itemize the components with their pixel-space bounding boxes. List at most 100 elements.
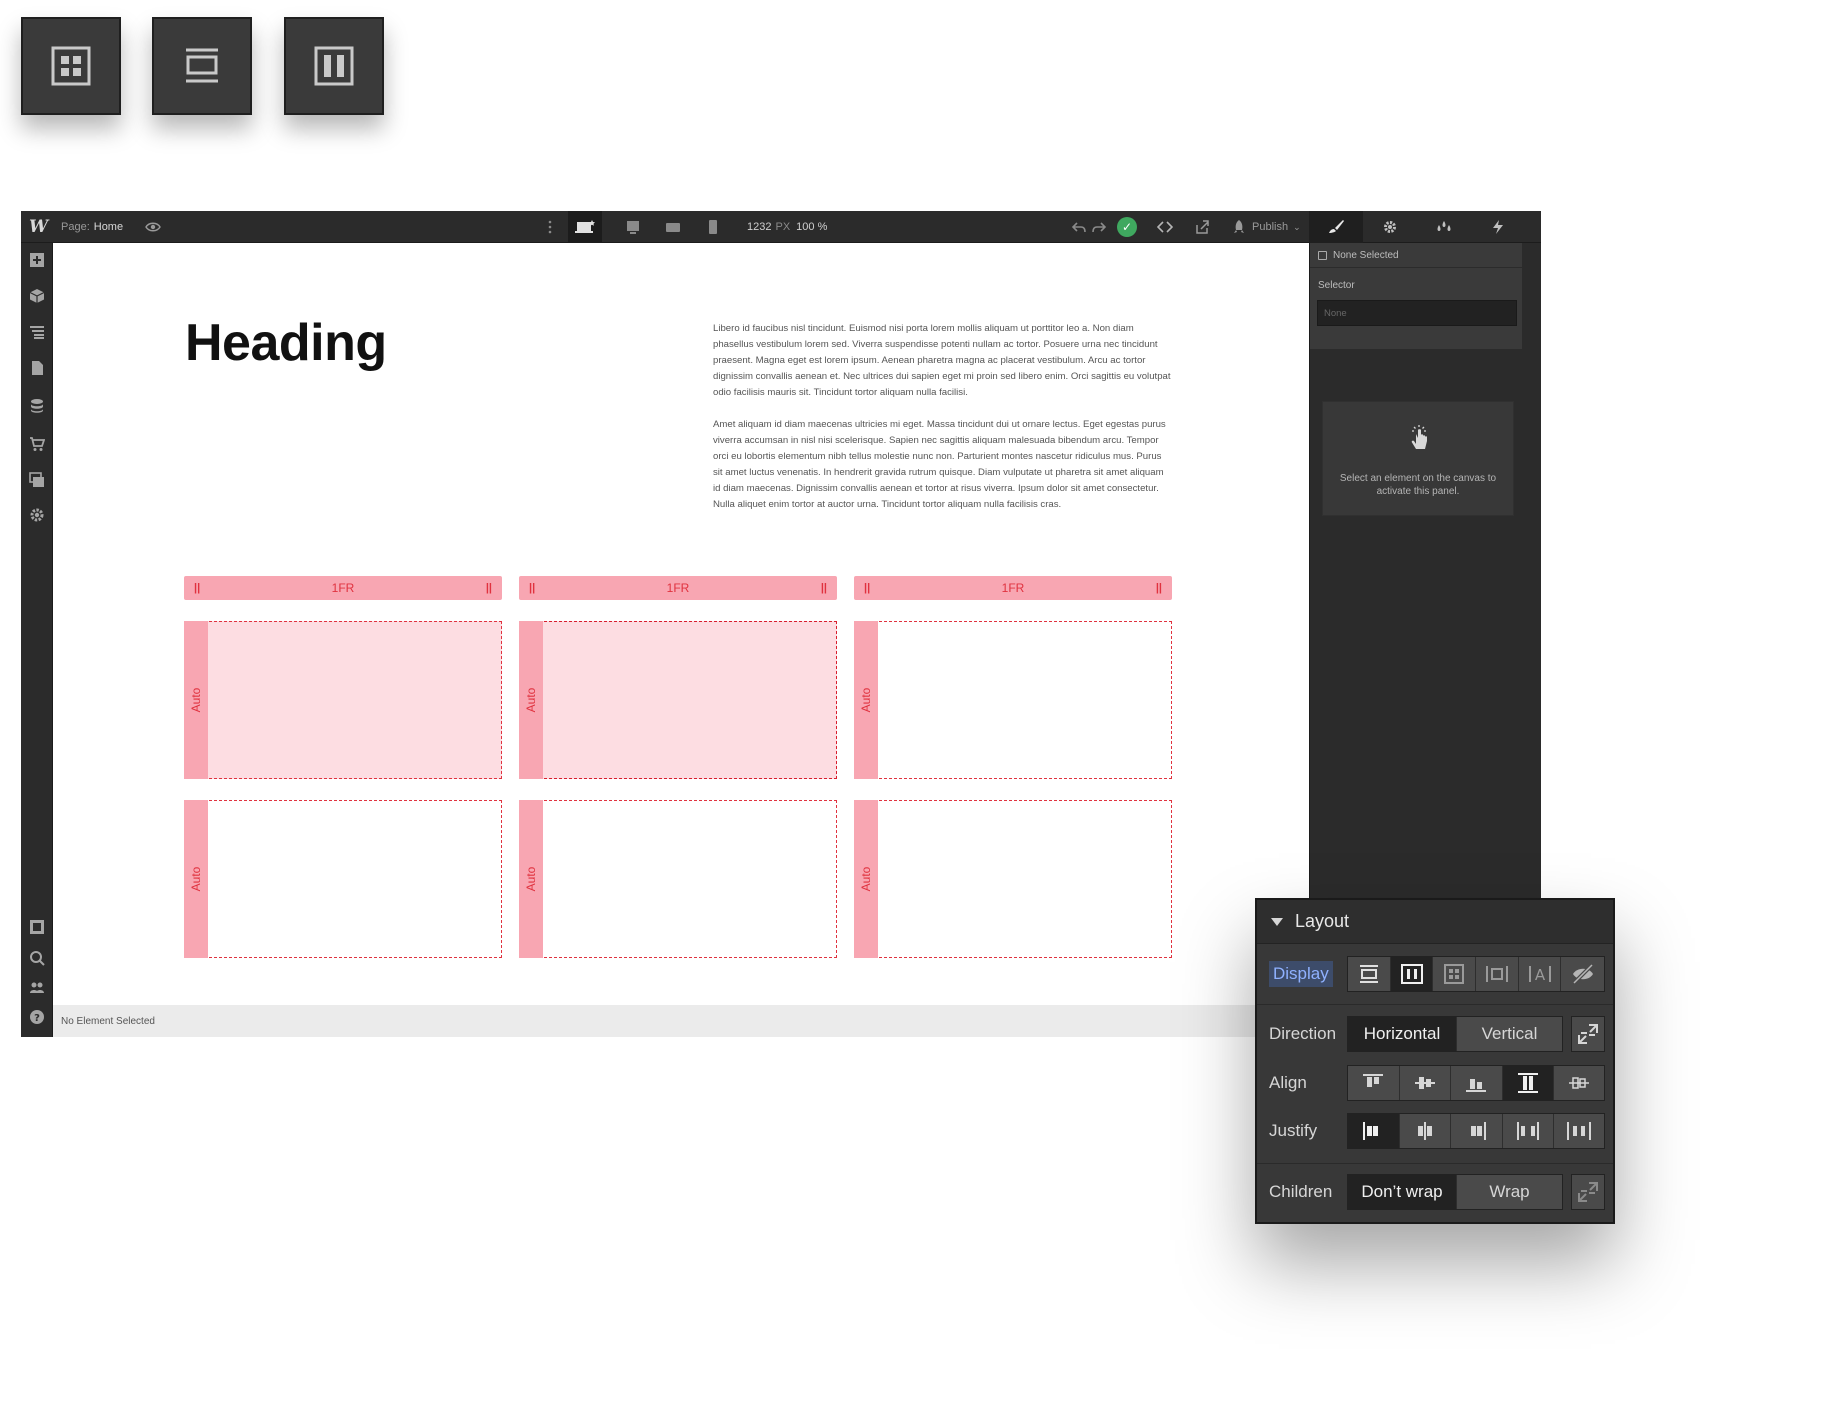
collaborators-icon[interactable] — [28, 979, 46, 997]
webflow-logo[interactable]: W — [29, 211, 48, 243]
canvas-width: 1232 — [747, 221, 772, 233]
row-size-bar[interactable]: Auto — [854, 800, 878, 958]
align-center-icon — [1414, 1077, 1435, 1089]
code-icon[interactable] — [1157, 211, 1173, 243]
desktop-large-icon[interactable] — [568, 211, 602, 243]
justify-end-button[interactable] — [1451, 1114, 1503, 1148]
display-inline-block-button[interactable] — [1476, 957, 1519, 991]
show-edges-icon[interactable] — [28, 918, 46, 936]
grid-cell[interactable]: Auto — [519, 621, 837, 779]
redo-icon[interactable] — [1091, 211, 1107, 243]
row-size-bar[interactable]: Auto — [184, 621, 208, 779]
column-resize-handle[interactable]: || — [529, 576, 535, 600]
align-stretch-button[interactable] — [1502, 1066, 1555, 1100]
block-layout-tile[interactable] — [152, 17, 252, 115]
grid-column-bar-2[interactable]: || 1FR || — [519, 576, 837, 600]
more-options-icon[interactable] — [548, 211, 552, 243]
add-element-icon[interactable] — [28, 251, 46, 269]
row-size-bar[interactable]: Auto — [854, 621, 878, 779]
pages-icon[interactable] — [28, 359, 46, 377]
grid-cell[interactable]: Auto — [854, 800, 1172, 958]
column-resize-handle[interactable]: || — [194, 576, 200, 600]
page-heading[interactable]: Heading — [185, 313, 387, 373]
column-resize-handle[interactable]: || — [821, 576, 827, 600]
tablet-landscape-icon[interactable] — [665, 211, 681, 243]
justify-space-around-button[interactable] — [1554, 1114, 1604, 1148]
wrap-button[interactable]: Wrap — [1457, 1175, 1562, 1209]
grid-icon — [51, 46, 91, 86]
page-selector[interactable]: Page: Home — [61, 211, 123, 243]
row-size-label: Auto — [859, 866, 873, 892]
display-block-button[interactable] — [1348, 957, 1391, 991]
cms-icon[interactable] — [28, 397, 46, 415]
grid-cell[interactable]: Auto — [519, 800, 837, 958]
paragraph-two[interactable]: Amet aliquam id diam maecenas ultricies … — [713, 417, 1173, 513]
column-size-label: 1FR — [666, 581, 690, 595]
design-canvas[interactable]: Heading Libero id faucibus nisl tincidun… — [53, 243, 1309, 1005]
publish-button[interactable]: Publish ⌄ — [1231, 211, 1301, 243]
row-size-label: Auto — [859, 687, 873, 713]
ecommerce-cart-icon[interactable] — [28, 435, 46, 453]
export-icon[interactable] — [1194, 211, 1210, 243]
align-baseline-button[interactable] — [1554, 1066, 1604, 1100]
justify-end-icon — [1471, 1122, 1487, 1140]
row-size-bar[interactable]: Auto — [184, 800, 208, 958]
navigator-icon[interactable] — [28, 323, 46, 341]
align-end-button[interactable] — [1451, 1066, 1503, 1100]
column-resize-handle[interactable]: || — [486, 576, 492, 600]
row-size-bar[interactable]: Auto — [519, 800, 543, 958]
assets-icon[interactable] — [28, 471, 46, 489]
grid-layout-tile[interactable] — [21, 17, 121, 115]
justify-start-icon — [1363, 1122, 1379, 1140]
undo-icon[interactable] — [1071, 211, 1087, 243]
justify-start-button[interactable] — [1348, 1114, 1400, 1148]
page-name: Home — [93, 221, 124, 233]
display-flex-button[interactable] — [1390, 957, 1434, 991]
grid-cell[interactable]: Auto — [854, 621, 1172, 779]
grid-column-bar-3[interactable]: || 1FR || — [854, 576, 1172, 600]
grid-cell[interactable]: Auto — [184, 621, 502, 779]
justify-space-between-button[interactable] — [1503, 1114, 1555, 1148]
reverse-wrap-button[interactable] — [1571, 1174, 1605, 1210]
display-inline-button[interactable]: A — [1519, 957, 1562, 991]
align-center-button[interactable] — [1400, 1066, 1452, 1100]
flex-layout-tile[interactable] — [284, 17, 384, 115]
symbols-icon[interactable] — [28, 287, 46, 305]
svg-text:?: ? — [34, 1013, 40, 1024]
settings-panel-tab[interactable] — [1363, 211, 1417, 243]
align-start-button[interactable] — [1348, 1066, 1400, 1100]
column-resize-handle[interactable]: || — [864, 576, 870, 600]
justify-center-button[interactable] — [1400, 1114, 1452, 1148]
eye-slash-icon — [1572, 963, 1594, 985]
selector-input[interactable]: None — [1317, 300, 1517, 326]
selector-label: Selector — [1318, 280, 1355, 291]
display-none-button[interactable] — [1561, 957, 1604, 991]
preview-eye-icon[interactable] — [145, 211, 161, 243]
search-icon[interactable] — [28, 949, 46, 967]
left-toolbar: ? — [21, 243, 53, 1037]
page-label: Page: — [61, 221, 90, 233]
empty-state-message: Select an element on the canvas to activ… — [1339, 473, 1497, 497]
display-grid-button[interactable] — [1433, 957, 1477, 991]
grid-cell[interactable]: Auto — [184, 800, 502, 958]
help-icon[interactable]: ? — [28, 1008, 46, 1026]
interactions-tab[interactable] — [1471, 211, 1525, 243]
reverse-direction-button[interactable] — [1571, 1016, 1605, 1052]
desktop-icon[interactable] — [625, 211, 641, 243]
pointer-hand-icon — [1411, 425, 1427, 449]
layout-panel-header[interactable]: Layout — [1257, 900, 1613, 944]
mobile-icon[interactable] — [705, 211, 721, 243]
style-manager-tab[interactable] — [1417, 211, 1471, 243]
column-size-label: 1FR — [1001, 581, 1025, 595]
paragraph-one[interactable]: Libero id faucibus nisl tincidunt. Euism… — [713, 321, 1173, 401]
direction-horizontal-button[interactable]: Horizontal — [1348, 1017, 1457, 1051]
row-size-bar[interactable]: Auto — [519, 621, 543, 779]
layout-panel: Layout Display A Direction Horizontal Ve… — [1255, 898, 1615, 1224]
lightning-icon — [1493, 220, 1503, 234]
no-wrap-button[interactable]: Don’t wrap — [1348, 1175, 1457, 1209]
column-resize-handle[interactable]: || — [1156, 576, 1162, 600]
grid-column-bar-1[interactable]: || 1FR || — [184, 576, 502, 600]
style-panel-tab[interactable] — [1309, 211, 1363, 243]
direction-vertical-button[interactable]: Vertical — [1457, 1017, 1562, 1051]
settings-gear-icon[interactable] — [28, 506, 46, 524]
